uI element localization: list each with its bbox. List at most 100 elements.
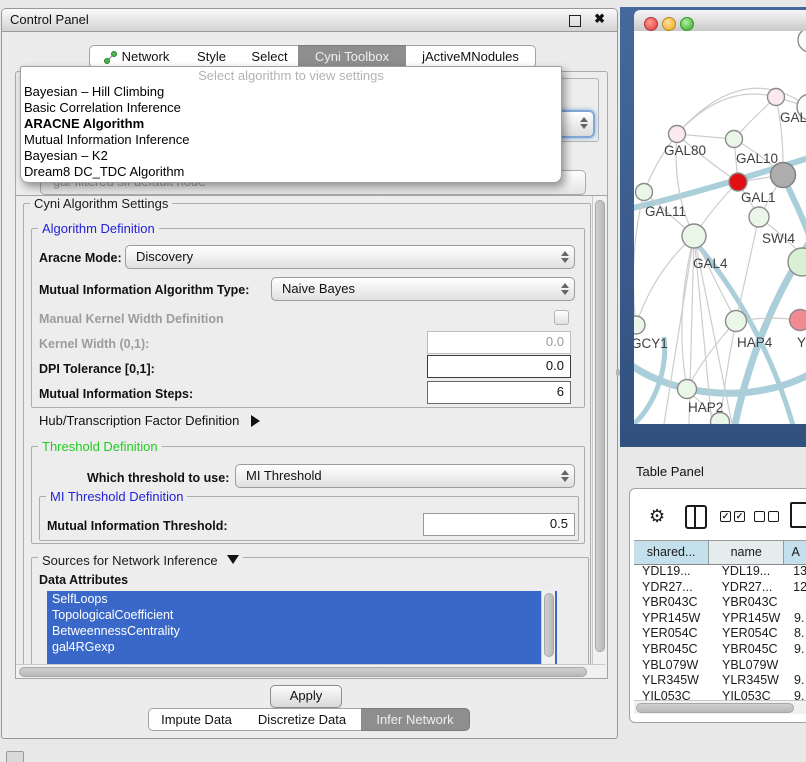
node-label: SWI4 [762,231,795,246]
tab-network[interactable]: Network [89,45,184,68]
expanded-arrow-icon[interactable] [227,555,239,570]
network-canvas[interactable]: GALGAL80GAL10GAL1GAL11SWI4GAL4GCY1HAP4YH… [634,31,806,424]
algorithm-option[interactable]: Bayesian – K2 [21,148,561,164]
kernel-width-field[interactable]: 0.0 [427,331,571,354]
tab-label: Impute Data [161,712,232,727]
network-node[interactable] [771,163,796,188]
close-panel-icon[interactable]: ✖ [594,11,605,27]
document-icon[interactable] [790,502,806,528]
cyni-settings-scrollpane: Cyni Algorithm Settings Algorithm Defini… [15,195,608,679]
unchecked-box-icon[interactable] [754,511,765,522]
mi-threshold-field[interactable]: 0.5 [423,513,575,536]
attributes-scrollbar[interactable] [541,591,555,664]
table-row[interactable]: YLR345WYLR345W9. [634,673,806,689]
node-label: GAL4 [693,256,728,271]
tab-infer-network[interactable]: Infer Network [361,708,470,731]
network-node[interactable] [634,316,645,334]
attribute-item[interactable]: TopologicalCoefficient [47,607,557,623]
dpi-tolerance-field[interactable]: 0.0 [427,355,571,378]
tab-select[interactable]: Select [241,45,299,68]
algorithm-option[interactable]: Dream8 DC_TDC Algorithm [21,164,561,180]
collapsed-arrow-icon [251,415,266,427]
column-header-name[interactable]: name [709,541,784,564]
table-header: shared... name A [634,540,806,565]
zoom-window-icon[interactable] [680,17,694,31]
table-cell: 12 [789,580,806,596]
mi-steps-field[interactable]: 6 [427,381,571,404]
settings-vertical-scrollbar[interactable] [592,196,606,664]
table-row[interactable]: YIL053CYIL053C9. [634,689,806,700]
table-cell: YIL053C [714,689,790,700]
network-node[interactable] [768,89,785,106]
network-node[interactable] [726,131,743,148]
algorithm-option[interactable]: ARACNE Algorithm [21,116,561,132]
algorithm-definition-title: Algorithm Definition [38,221,159,236]
table-cell: YPR145W [714,611,790,627]
network-node[interactable] [669,126,686,143]
gear-icon[interactable]: ⚙ [649,506,665,527]
kernel-width-label: Kernel Width (0,1): [39,337,149,351]
tab-impute-data[interactable]: Impute Data [148,708,245,731]
column-header-partial[interactable]: A [784,541,806,564]
mi-type-combo[interactable]: Naive Bayes [271,277,575,301]
algorithm-option[interactable]: Mutual Information Inference [21,132,561,148]
table-row[interactable]: YPR145WYPR145W9. [634,611,806,627]
table-cell: YBR043C [714,595,790,611]
algorithm-option[interactable]: Bayesian – Hill Climbing [21,84,561,100]
network-node[interactable] [729,173,747,191]
tab-jactivemnodules[interactable]: jActiveMNodules [406,45,536,68]
data-attributes-label: Data Attributes [39,573,128,587]
manual-kernel-label: Manual Kernel Width Definition [39,312,224,326]
network-node[interactable] [749,207,769,227]
which-threshold-combo[interactable]: MI Threshold [235,464,575,488]
table-row[interactable]: YBR043CYBR043C [634,595,806,611]
aracne-mode-combo[interactable]: Discovery [125,245,575,269]
network-node[interactable] [682,224,706,248]
tab-label: Style [197,49,226,64]
minimized-panel-icon[interactable] [6,751,24,762]
table-row[interactable]: YDR27...YDR27...12 [634,580,806,596]
tab-discretize-data[interactable]: Discretize Data [243,708,362,731]
float-window-icon[interactable] [569,15,581,27]
table-horizontal-scrollbar[interactable] [634,700,806,714]
column-header-shared-name[interactable]: shared... [634,541,709,564]
table-row[interactable]: YBR045CYBR045C9. [634,642,806,658]
network-window-titlebar[interactable] [634,10,806,32]
unchecked-box-icon[interactable] [768,511,779,522]
checked-box-icon[interactable]: ✓ [720,511,731,522]
control-panel-title: Control Panel [10,12,89,27]
network-node[interactable] [798,31,806,52]
table-cell: 8. [790,626,804,642]
apply-button[interactable]: Apply [270,685,342,708]
table-cell: 13 [789,564,806,580]
table-cell: YER054C [714,626,790,642]
network-node[interactable] [790,310,806,331]
which-threshold-value: MI Threshold [246,468,322,483]
network-node[interactable] [678,380,697,399]
tab-style[interactable]: Style [182,45,242,68]
table-cell: YDL19... [714,564,790,580]
settings-horizontal-scrollbar[interactable] [16,664,605,678]
manual-kernel-checkbox[interactable] [554,310,569,325]
attribute-item[interactable]: gal4RGexp [47,639,557,655]
table-row[interactable]: YER054CYER054C8. [634,626,806,642]
table-cell: YER054C [634,626,714,642]
table-row[interactable]: YDL19...YDL19...13 [634,564,806,580]
hub-section-toggle[interactable]: Hub/Transcription Factor Definition [39,413,266,428]
table-row[interactable]: YBL079WYBL079W [634,658,806,674]
checked-box-icon[interactable]: ✓ [734,511,745,522]
attribute-item[interactable]: BetweennessCentrality [47,623,557,639]
network-node[interactable] [726,311,747,332]
minimize-window-icon[interactable] [662,17,676,31]
tab-label: Select [251,49,287,64]
table-cell: 9. [790,611,804,627]
node-label: GCY1 [634,336,668,351]
close-window-icon[interactable] [644,17,658,31]
column-view-icon[interactable] [685,505,707,529]
algorithm-option[interactable]: Basic Correlation Inference [21,100,561,116]
tab-cyni-toolbox[interactable]: Cyni Toolbox [298,45,407,68]
attribute-item[interactable]: SelfLoops [47,591,557,607]
data-attributes-list[interactable]: SelfLoopsTopologicalCoefficientBetweenne… [47,591,557,664]
network-node[interactable] [636,184,653,201]
control-panel-titlebar[interactable]: Control Panel ✖ [2,9,617,32]
